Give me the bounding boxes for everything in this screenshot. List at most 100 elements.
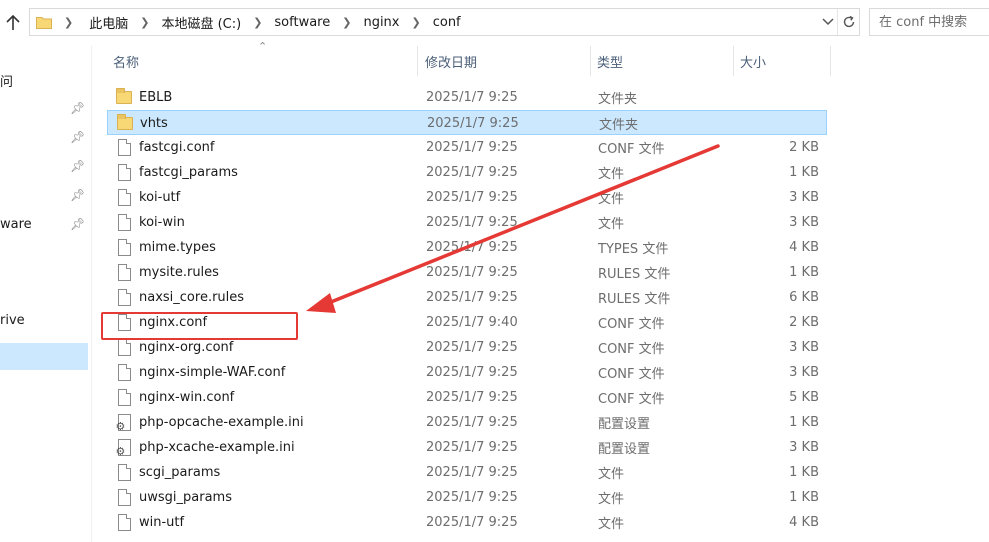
file-name: scgi_params (139, 465, 221, 480)
file-size: 3 KB (789, 190, 819, 205)
breadcrumb-item[interactable]: nginx (361, 15, 401, 30)
file-modified-date: 2025/1/7 9:25 (426, 215, 518, 230)
chevron-right-icon[interactable]: ❯ (130, 16, 159, 29)
file-size: 1 KB (789, 165, 819, 180)
file-icon (115, 485, 133, 510)
file-type: RULES 文件 (598, 267, 671, 282)
nav-item[interactable]: 问 (0, 65, 90, 94)
column-header-type[interactable]: 类型 (591, 46, 734, 76)
address-bar[interactable]: ❯ 此电脑 ❯ 本地磁盘 (C:) ❯ software ❯ nginx ❯ c… (29, 8, 860, 36)
file-modified-date: 2025/1/7 9:25 (426, 340, 518, 355)
file-row[interactable]: ⚙ php-opcache-example.ini 2025/1/7 9:25 配置设… (107, 410, 827, 435)
file-row[interactable]: mime.types 2025/1/7 9:25 TYPES 文件 4 KB (107, 235, 827, 260)
file-size: 1 KB (789, 265, 819, 280)
file-type: CONF 文件 (598, 342, 665, 357)
file-type: 文件 (598, 467, 625, 482)
nav-item[interactable]: 📌︎ (0, 153, 90, 182)
file-row[interactable]: nginx.conf 2025/1/7 9:40 CONF 文件 2 KB (107, 310, 827, 335)
address-history-dropdown[interactable] (819, 9, 837, 35)
breadcrumb-item[interactable]: software (272, 15, 332, 30)
file-row[interactable]: uwsgi_params 2025/1/7 9:25 文件 1 KB (107, 485, 827, 510)
breadcrumb-item[interactable]: 本地磁盘 (C:) (159, 13, 243, 32)
file-modified-date: 2025/1/7 9:25 (426, 390, 518, 405)
file-row[interactable]: koi-win 2025/1/7 9:25 文件 3 KB (107, 210, 827, 235)
file-size: 3 KB (789, 340, 819, 355)
file-size: 3 KB (789, 365, 819, 380)
file-name: nginx-win.conf (139, 390, 235, 405)
file-type: RULES 文件 (598, 292, 671, 307)
file-name: fastcgi.conf (139, 140, 215, 155)
file-name: nginx-org.conf (139, 340, 234, 355)
file-row[interactable]: fastcgi.conf 2025/1/7 9:25 CONF 文件 2 KB (107, 135, 827, 160)
search-input[interactable] (870, 9, 989, 35)
nav-item[interactable]: 📌︎ (0, 182, 90, 211)
nav-item[interactable]: 📌︎ (0, 95, 90, 124)
file-modified-date: 2025/1/7 9:25 (427, 116, 519, 131)
file-row[interactable]: ⚙ php-xcache-example.ini 2025/1/7 9:25 配置设置… (107, 435, 827, 460)
chevron-right-icon[interactable]: ❯ (64, 16, 87, 29)
file-modified-date: 2025/1/7 9:25 (426, 190, 518, 205)
chevron-right-icon[interactable]: ❯ (243, 16, 272, 29)
file-icon (115, 510, 133, 535)
file-row[interactable]: win-utf 2025/1/7 9:25 文件 4 KB (107, 510, 827, 535)
nav-item[interactable]: ware 📌︎ (0, 211, 90, 240)
column-header-size[interactable]: 大小 (734, 46, 831, 76)
file-type: 配置设置 (598, 417, 651, 432)
file-modified-date: 2025/1/7 9:25 (426, 465, 518, 480)
file-name: nginx.conf (139, 315, 208, 330)
file-row[interactable]: scgi_params 2025/1/7 9:25 文件 1 KB (107, 460, 827, 485)
file-row[interactable]: koi-utf 2025/1/7 9:25 文件 3 KB (107, 185, 827, 210)
nav-item-label: rive (0, 313, 25, 328)
file-type: 文件 (598, 192, 625, 207)
breadcrumb-item[interactable]: conf (431, 15, 463, 30)
file-type: CONF 文件 (598, 142, 665, 157)
file-name: vhts (140, 116, 168, 131)
file-icon (115, 135, 133, 160)
file-row[interactable]: fastcgi_params 2025/1/7 9:25 文件 1 KB (107, 160, 827, 185)
file-name: php-opcache-example.ini (139, 415, 304, 430)
refresh-button[interactable] (837, 9, 859, 35)
pin-icon: 📌︎ (70, 101, 86, 115)
file-modified-date: 2025/1/7 9:25 (426, 365, 518, 380)
file-type: 文件 (598, 217, 625, 232)
file-size: 1 KB (789, 490, 819, 505)
pin-icon: 📌︎ (70, 130, 86, 144)
folder-icon (115, 85, 133, 110)
column-header-name[interactable]: 名称 (107, 46, 418, 76)
file-modified-date: 2025/1/7 9:25 (426, 515, 518, 530)
file-size: 3 KB (789, 215, 819, 230)
breadcrumb-item[interactable]: 此电脑 (87, 13, 130, 32)
file-icon (115, 285, 133, 310)
file-icon (115, 335, 133, 360)
chevron-right-icon[interactable]: ❯ (332, 16, 361, 29)
folder-icon (116, 111, 134, 136)
column-header-date[interactable]: 修改日期 (419, 46, 591, 76)
folder-icon (36, 15, 52, 29)
chevron-right-icon[interactable]: ❯ (402, 16, 431, 29)
file-name: uwsgi_params (139, 490, 232, 505)
navigation-pane: 问 📌︎ 📌︎ 📌︎ 📌︎ ware 📌︎ rive (0, 46, 92, 542)
file-row[interactable]: vhts 2025/1/7 9:25 文件夹 (107, 110, 827, 135)
file-size: 4 KB (789, 240, 819, 255)
file-icon (115, 210, 133, 235)
file-size: 2 KB (789, 315, 819, 330)
file-row[interactable]: naxsi_core.rules 2025/1/7 9:25 RULES 文件 6 K… (107, 285, 827, 310)
nav-item-selected[interactable] (0, 343, 88, 370)
file-row[interactable]: nginx-win.conf 2025/1/7 9:25 CONF 文件 5 KB (107, 385, 827, 410)
file-row[interactable]: EBLB 2025/1/7 9:25 文件夹 (107, 85, 827, 110)
file-type: 文件夹 (598, 92, 638, 107)
refresh-icon (843, 15, 854, 28)
file-row[interactable]: nginx-simple-WAF.conf 2025/1/7 9:25 CONF 文… (107, 360, 827, 385)
address-toolbar: ❯ 此电脑 ❯ 本地磁盘 (C:) ❯ software ❯ nginx ❯ c… (0, 0, 989, 46)
file-row[interactable]: mysite.rules 2025/1/7 9:25 RULES 文件 1 KB (107, 260, 827, 285)
up-arrow-button[interactable] (2, 10, 24, 36)
file-type: 配置设置 (598, 442, 651, 457)
nav-item[interactable]: 📌︎ (0, 124, 90, 153)
file-icon (115, 360, 133, 385)
file-icon (115, 310, 133, 335)
pin-icon: 📌︎ (70, 188, 86, 202)
file-row[interactable]: nginx-org.conf 2025/1/7 9:25 CONF 文件 3 KB (107, 335, 827, 360)
nav-item[interactable]: rive (0, 307, 90, 336)
search-box[interactable] (869, 8, 989, 36)
file-name: php-xcache-example.ini (139, 440, 295, 455)
